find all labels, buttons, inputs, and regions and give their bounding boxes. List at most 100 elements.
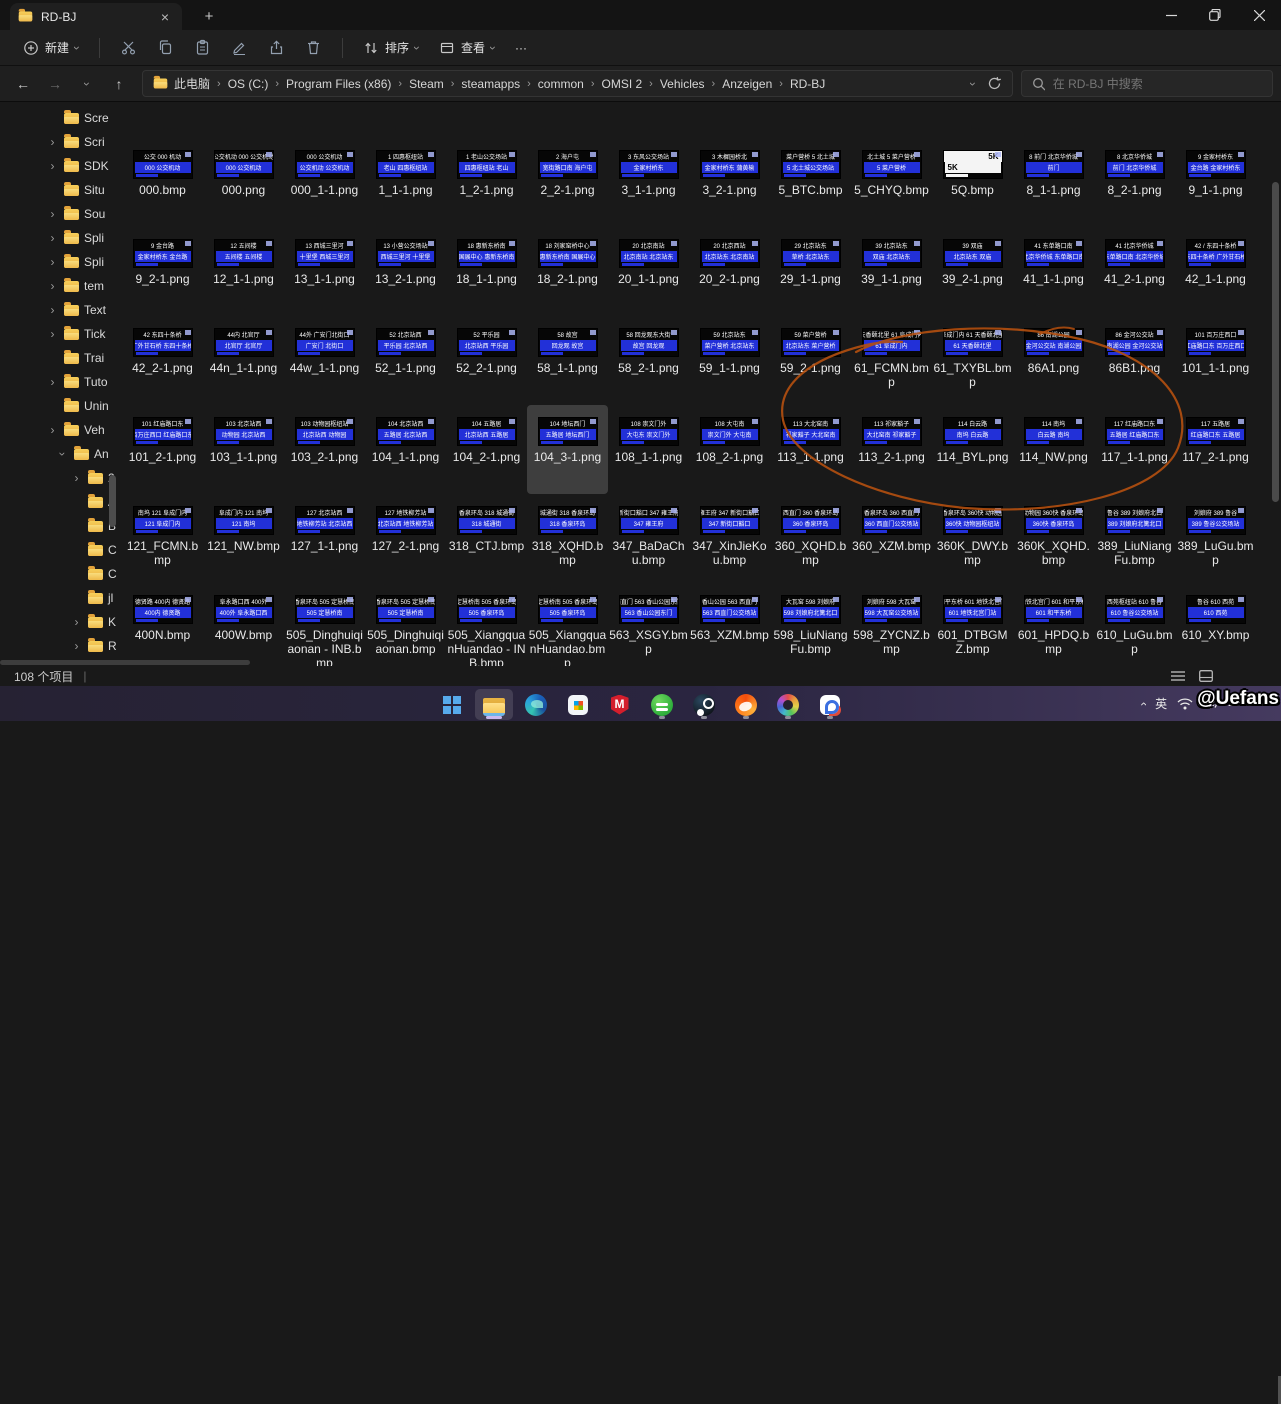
maximize-button[interactable] (1193, 0, 1237, 30)
tree-chevron-icon[interactable]: › (46, 136, 59, 148)
file-item[interactable]: 20 北京南站 北京南站 北京站东 20_1-1.png (608, 227, 689, 316)
tree-chevron-icon[interactable]: › (46, 256, 59, 268)
breadcrumb[interactable]: 此电脑›OS (C:)›Program Files (x86)›Steam›st… (142, 70, 1013, 97)
file-item[interactable]: 39 双庙 北京站东 双庙 39_2-1.png (932, 227, 1013, 316)
sidebar-tree-item[interactable]: › Spli (0, 226, 118, 250)
file-item[interactable]: 42 东四十条桥 广外甘石桥 东四十条桥 42_2-1.png (122, 316, 203, 405)
file-item[interactable]: 127 地铁柳芳站 北京站西 地铁柳芳站 127_2-1.png (365, 494, 446, 583)
file-item[interactable]: 41 东单路口南 北京华侨城 东单路口南 41_1-1.png (1013, 227, 1094, 316)
file-item[interactable]: 41 北京华侨城 东单路口南 北京华侨城 41_2-1.png (1094, 227, 1175, 316)
taskbar-edge-button[interactable] (517, 689, 555, 720)
taskbar-browser-green-button[interactable] (643, 689, 681, 720)
file-item[interactable]: 103 动物园枢纽站 北京站西 动物园 103_2-1.png (284, 405, 365, 494)
file-item[interactable]: 101 红庙路口东 百万庄西口 红庙路口东 101_2-1.png (122, 405, 203, 494)
file-item[interactable]: 西直门 360 香泉环岛 360 香泉环岛 360_XQHD.bmp (770, 494, 851, 583)
explorer-tab[interactable]: RD-BJ × (10, 3, 182, 30)
breadcrumb-item[interactable]: Steam (405, 75, 448, 93)
file-item[interactable]: 101 百万庄西口 红庙路口东 百万庄西口 101_1-1.png (1175, 316, 1256, 405)
taskbar-explorer-button[interactable] (475, 689, 513, 720)
taskbar-steam-button[interactable] (685, 689, 723, 720)
file-item[interactable]: 公交 000 机动 000 公交机动 000.bmp (122, 138, 203, 227)
file-item[interactable]: 香泉环岛 318 城通街 318 城通街 318_CTJ.bmp (446, 494, 527, 583)
breadcrumb-item[interactable]: OS (C:) (224, 75, 273, 93)
sidebar-tree-item[interactable]: › Veh (0, 418, 118, 442)
file-item[interactable]: 104 北京站西 五路居 北京站西 104_1-1.png (365, 405, 446, 494)
tree-chevron-icon[interactable]: › (46, 160, 59, 172)
minimize-button[interactable] (1149, 0, 1193, 30)
sidebar-tree-item[interactable]: › Sou (0, 202, 118, 226)
breadcrumb-item[interactable]: Program Files (x86) (282, 75, 395, 93)
tab-close-icon[interactable]: × (156, 8, 174, 26)
file-item[interactable]: 117 红庙路口东 五路居 红庙路口东 117_1-1.png (1094, 405, 1175, 494)
file-item[interactable]: 13 小营公交场站 西城三里河 十里堡 13_2-1.png (365, 227, 446, 316)
file-item[interactable]: 13 西城三里河 十里堡 西城三里河 13_1-1.png (284, 227, 365, 316)
details-view-button[interactable] (1169, 668, 1187, 684)
file-item[interactable]: 动物园 360快 香泉环岛 360快 香泉环岛 360K_XQHD.bmp (1013, 494, 1094, 583)
tree-chevron-icon[interactable]: › (70, 472, 83, 484)
file-item[interactable]: 114 南坞 白云路 南坞 114_NW.png (1013, 405, 1094, 494)
copy-button[interactable] (148, 33, 183, 62)
view-button[interactable]: 查看 › (430, 33, 504, 62)
new-tab-button[interactable]: + (198, 6, 220, 26)
breadcrumb-item[interactable]: 此电脑 (170, 73, 214, 94)
file-item[interactable]: 108 大屯南 崇文门外 大屯南 108_2-1.png (689, 405, 770, 494)
file-item[interactable]: 定慧桥南 505 香泉环岛 505 香泉环岛 505_XiangquanHuan… (446, 583, 527, 666)
file-item[interactable]: 西苑枢纽站 610 鲁谷 610 鲁谷公交场站 610_LuGu.bmp (1094, 583, 1175, 666)
file-pane-scrollbar[interactable] (1272, 182, 1279, 502)
tray-chevron-icon[interactable]: › (1137, 702, 1149, 706)
sort-button[interactable]: 排序 › (354, 33, 428, 62)
tree-chevron-icon[interactable]: › (57, 448, 69, 461)
file-item[interactable]: 20 北京西站 北京站东 北京南站 20_2-1.png (689, 227, 770, 316)
tree-chevron-icon[interactable]: › (46, 376, 59, 388)
thumbnail-view-button[interactable] (1197, 668, 1215, 684)
taskbar-start-button[interactable] (433, 689, 471, 720)
file-item[interactable]: 西直门 563 香山公园东门 563 香山公园东门 563_XSGY.bmp (608, 583, 689, 666)
file-item[interactable]: 39 北京站东 双庙 北京站东 39_1-1.png (851, 227, 932, 316)
file-item[interactable]: 城通街 318 香泉环岛 318 香泉环岛 318_XQHD.bmp (527, 494, 608, 583)
taskbar-color-wheel-button[interactable] (769, 689, 807, 720)
file-item[interactable]: 113 祁家豁子 大北窑南 祁家豁子 113_2-1.png (851, 405, 932, 494)
refresh-icon[interactable] (987, 76, 1002, 91)
file-item[interactable]: 天香颐北里 61 阜成门内 61 阜成门内 61_FCMN.bmp (851, 316, 932, 405)
sidebar-tree-item[interactable]: › Text (0, 298, 118, 322)
file-item[interactable]: 新街口豁口 347 雍王府 347 雍王府 347_BaDaChu.bmp (608, 494, 689, 583)
file-item[interactable]: 香山公园 563 西直门 563 西直门公交场站 563_XZM.bmp (689, 583, 770, 666)
tree-chevron-icon[interactable]: › (70, 640, 83, 652)
file-item[interactable]: 3 木樨园桥北 金家村桥东 蒲黄榆 3_2-1.png (689, 138, 770, 227)
history-dropdown-button[interactable]: › (72, 70, 102, 98)
file-item[interactable]: 86 南湖公园 金河公交站 南湖公园 86A1.png (1013, 316, 1094, 405)
file-item[interactable]: 5K 5K 5Q.bmp (932, 138, 1013, 227)
file-item[interactable]: 108 崇文门外 大屯东 崇文门外 108_1-1.png (608, 405, 689, 494)
file-item[interactable]: 阜成门内 121 南坞 121 南坞 121_NW.bmp (203, 494, 284, 583)
file-item[interactable]: 86 金河公交站 南湖公园 金河公交站 86B1.png (1094, 316, 1175, 405)
file-item[interactable]: 8 北京华侨城 前门 北京华侨城 8_2-1.png (1094, 138, 1175, 227)
sidebar-tree-item[interactable]: › K (0, 610, 118, 634)
file-item[interactable]: 44外 广安门北街口 广安门 北街口 44w_1-1.png (284, 316, 365, 405)
tree-chevron-icon[interactable]: › (46, 424, 59, 436)
file-item[interactable]: 18 刘家窑桥中心 惠新东桥南 国展中心 18_2-1.png (527, 227, 608, 316)
sidebar-tree-item[interactable]: › tem (0, 274, 118, 298)
tree-chevron-icon[interactable]: › (46, 304, 59, 316)
address-dropdown-icon[interactable]: › (967, 82, 979, 86)
file-item[interactable]: 北土城 5 菜户营桥 5 菜户营桥 5_CHYQ.bmp (851, 138, 932, 227)
new-button[interactable]: 新建 › (14, 33, 88, 62)
close-button[interactable] (1237, 0, 1281, 30)
file-item[interactable]: 公交机动 000 公交机动 000 公交机动 000.png (203, 138, 284, 227)
search-box[interactable] (1021, 70, 1273, 97)
file-item[interactable]: 鲁谷 610 西苑 610 西苑 610_XY.bmp (1175, 583, 1256, 666)
sidebar-tree-item[interactable]: › Spli (0, 250, 118, 274)
file-item[interactable]: 59 北京站东 菜户营桥 北京站东 59_1-1.png (689, 316, 770, 405)
search-input[interactable] (1053, 77, 1262, 91)
up-button[interactable]: ↑ (104, 70, 134, 98)
breadcrumb-item[interactable]: Anzeigen (718, 75, 776, 93)
cut-button[interactable] (111, 33, 146, 62)
file-item[interactable]: 德贤路 400内 德贤路 400内 德贤路 400N.bmp (122, 583, 203, 666)
sidebar-tree-item[interactable]: › Scri (0, 130, 118, 154)
tree-chevron-icon[interactable]: › (46, 208, 59, 220)
file-item[interactable]: 刘娘府 598 大瓦窑 598 大瓦窑公交场站 598_ZYCNZ.bmp (851, 583, 932, 666)
file-item[interactable]: 44内 北官厅 北官厅 北官厅 44n_1-1.png (203, 316, 284, 405)
more-options-button[interactable]: ··· (506, 35, 536, 61)
delete-button[interactable] (296, 33, 331, 62)
file-item[interactable]: 9 金台路 金家村桥东 金台路 9_2-1.png (122, 227, 203, 316)
tree-chevron-icon[interactable]: › (46, 328, 59, 340)
